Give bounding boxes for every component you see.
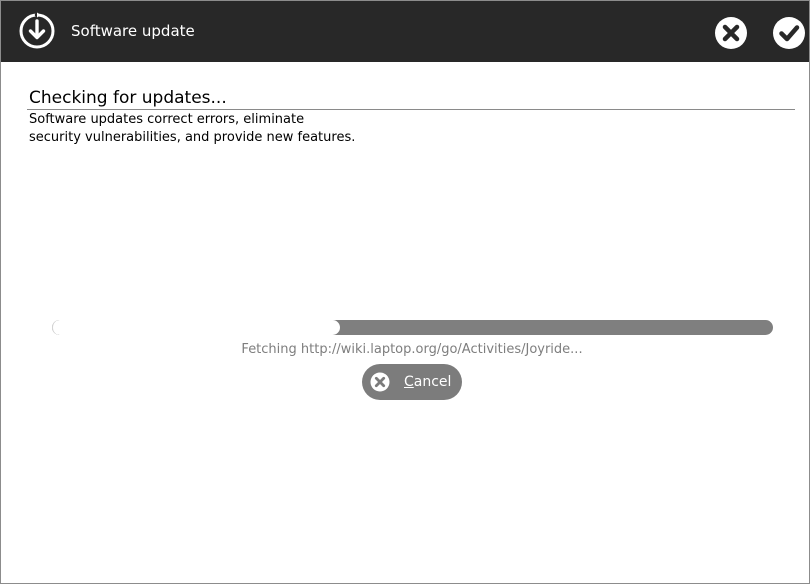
toolbar-confirm-button[interactable] [772,16,806,50]
software-update-icon [18,12,56,50]
software-update-window: Software update Checking for updates... … [0,0,810,584]
heading-divider [27,109,795,110]
checkmark-circle-icon [773,17,805,49]
x-circle-icon [370,372,390,392]
status-text: Fetching http://wiki.laptop.org/go/Activ… [241,342,583,357]
window-title: Software update [71,22,195,40]
cancel-button-label: Cancel [404,373,451,391]
cancel-button[interactable]: Cancel [362,364,462,400]
page-heading: Checking for updates... [29,88,227,108]
description-text: Software updates correct errors, elimina… [29,112,356,145]
x-circle-icon [715,17,747,49]
progress-bar-fill [52,320,341,335]
toolbar-cancel-button[interactable] [714,16,748,50]
progress-bar [52,320,773,335]
progress-bar-edge [52,320,60,335]
cancel-label-rest: ancel [413,374,452,390]
title-bar: Software update [1,1,809,62]
cancel-mnemonic: C [404,374,414,390]
